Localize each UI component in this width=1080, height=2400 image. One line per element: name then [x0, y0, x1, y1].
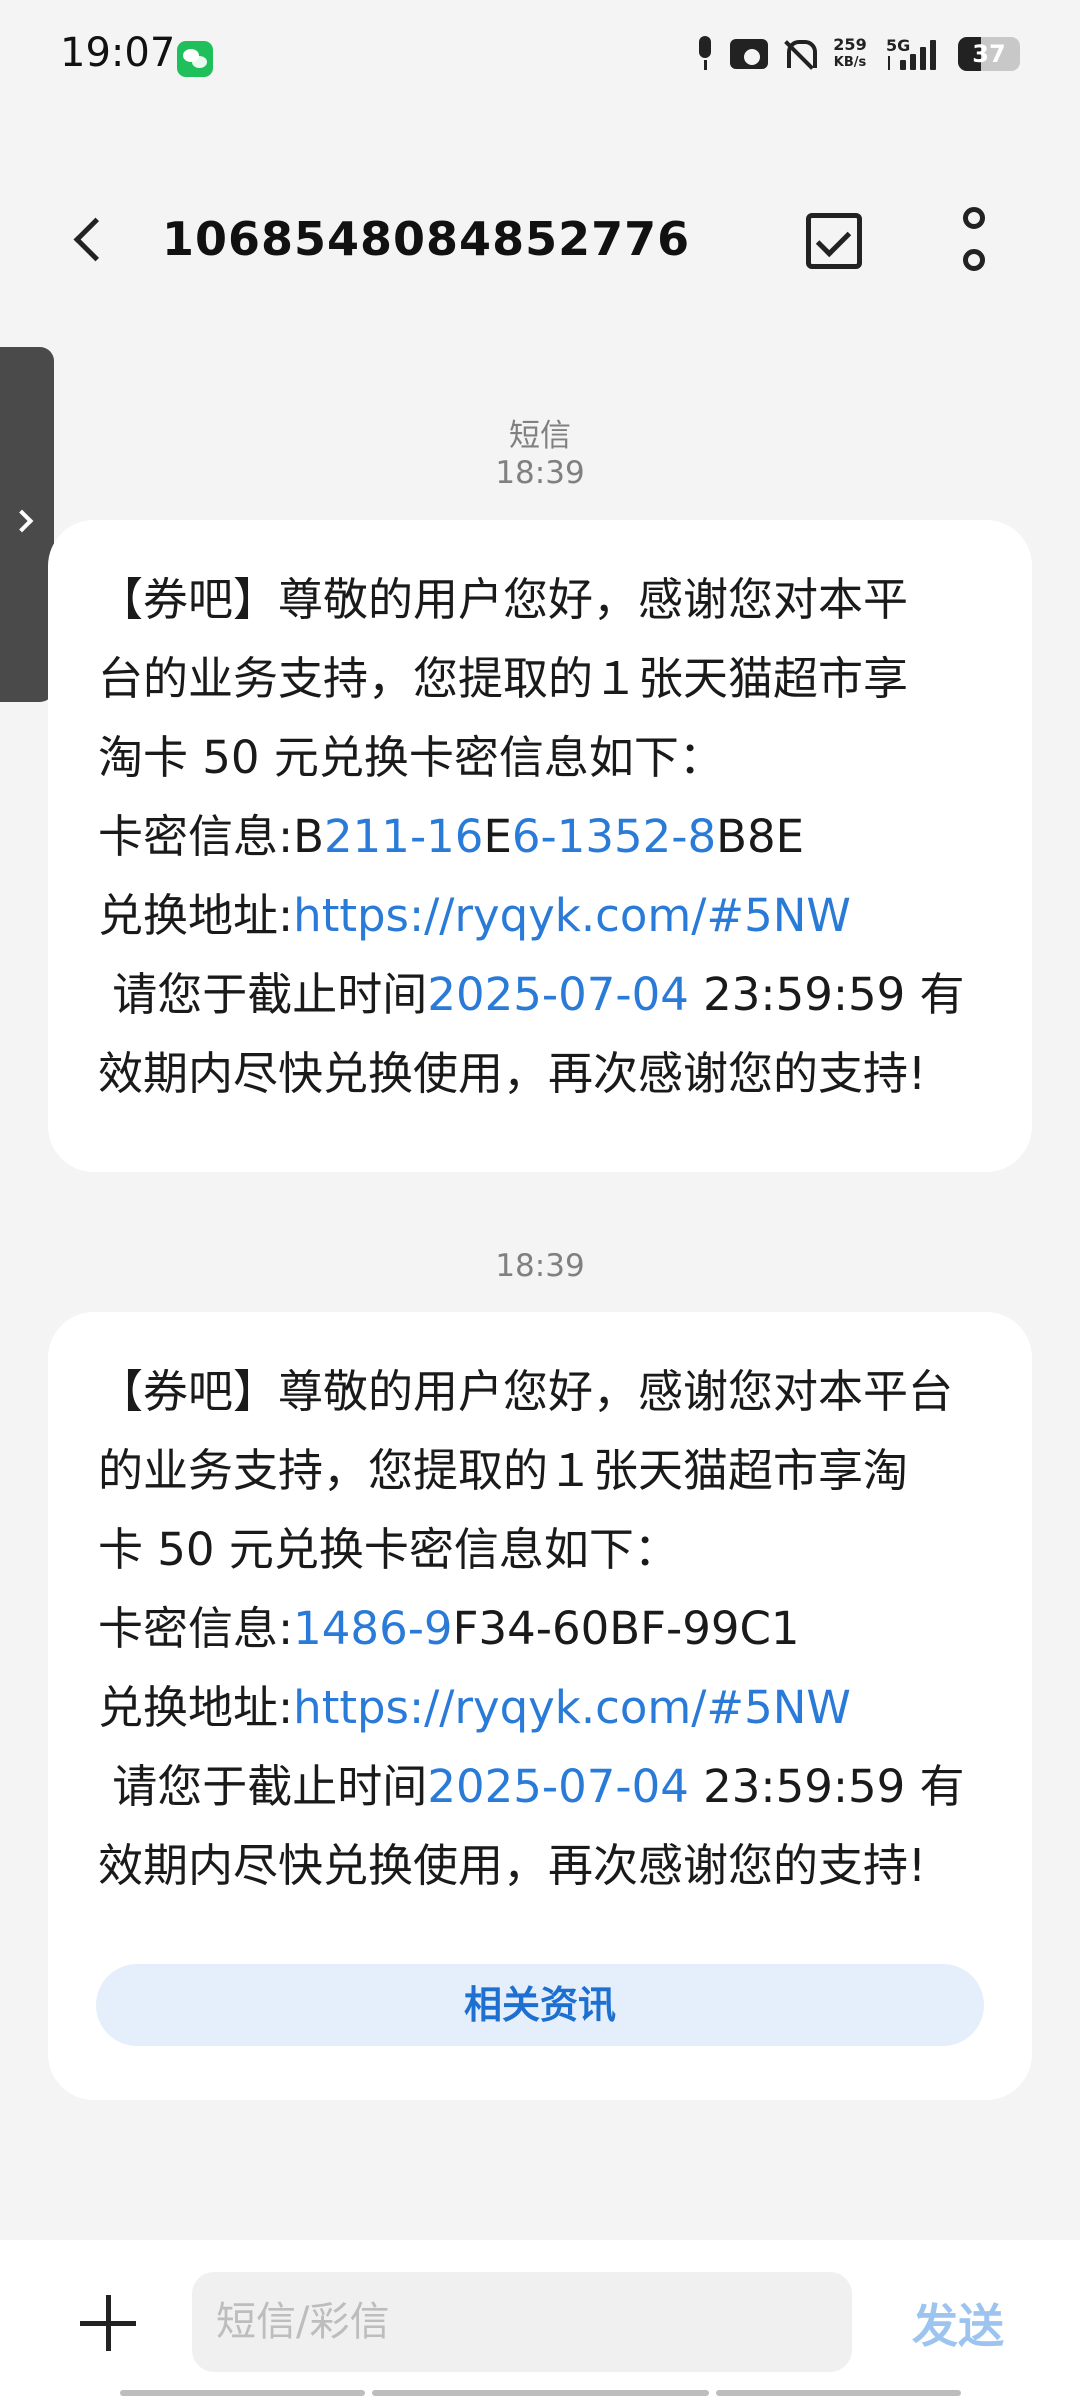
related-info-button[interactable]: 相关资讯 — [96, 1964, 984, 2046]
camera-icon — [730, 39, 768, 69]
message-text-line: 台的业务支持，您提取的１张天猫超市享 — [98, 652, 909, 705]
card-code-line: 卡密信息:1486-9F34-60BF-99C1 — [98, 1589, 982, 1668]
message-text-line: 【券吧】尊敬的用户您好，感谢您对本平 — [98, 573, 909, 626]
sender-number: 1068548084852776 — [162, 212, 691, 266]
network-type: 5G — [886, 36, 911, 55]
message-text-line: 的业务支持，您提取的１张天猫超市享淘 — [98, 1444, 909, 1497]
channel-label: 短信 — [509, 418, 571, 454]
message-bubble[interactable]: 【券吧】尊敬的用户您好，感谢您对本平 台的业务支持，您提取的１张天猫超市享 淘卡… — [48, 520, 1032, 1172]
side-drawer-handle[interactable] — [0, 347, 54, 702]
card-code-number-link[interactable]: 211-16 — [324, 810, 483, 863]
status-bar: 19:07 259 KB/s 5G 37 — [0, 0, 1080, 118]
network-speed: 259 KB/s — [828, 36, 872, 72]
message-text-line: 淘卡 50 元兑换卡密信息如下： — [98, 731, 724, 784]
deadline-date-link[interactable]: 2025-07-04 — [427, 1760, 689, 1813]
deadline-time: 23:59:59 有 — [688, 1760, 965, 1813]
compose-bar: 发送 — [0, 2240, 1080, 2400]
card-code-part: B8E — [716, 810, 805, 863]
card-code-number-link[interactable]: 1486-9 — [293, 1602, 452, 1655]
message-text-line: 效期内尽快兑换使用，再次感谢您的支持! — [98, 1047, 927, 1100]
battery-level: 37 — [972, 40, 1006, 68]
deadline-line: 请您于截止时间2025-07-04 23:59:59 有 — [98, 1747, 982, 1826]
deadline-time: 23:59:59 有 — [688, 968, 965, 1021]
more-options-icon[interactable] — [955, 207, 995, 277]
deadline-prefix: 请您于截止时间 — [98, 1760, 428, 1813]
signal-icon: 5G — [886, 36, 944, 72]
battery-icon: 37 — [958, 37, 1020, 71]
card-code-line: 卡密信息:B211-16E6-1352-8B8E — [98, 797, 982, 876]
conversation-header: 1068548084852776 — [0, 180, 1080, 300]
redeem-address-label: 兑换地址: — [98, 889, 294, 942]
mic-icon — [694, 36, 716, 72]
redeem-address-line: 兑换地址:https://ryqyk.com/#5NW — [98, 876, 982, 955]
redeem-url-link[interactable]: https://ryqyk.com/#5NW — [293, 889, 851, 942]
redeem-address-line: 兑换地址:https://ryqyk.com/#5NW — [98, 1668, 982, 1747]
status-time: 19:07 — [60, 30, 176, 76]
nav-indicator — [372, 2390, 709, 2396]
network-speed-unit: KB/s — [833, 55, 867, 70]
network-speed-value: 259 — [833, 35, 867, 54]
deadline-prefix: 请您于截止时间 — [98, 968, 428, 1021]
card-code-part: F34-60BF-99C1 — [452, 1602, 800, 1655]
card-code-part: B — [293, 810, 325, 863]
status-icons: 259 KB/s 5G 37 — [694, 30, 1020, 78]
card-code-label: 卡密信息: — [98, 810, 294, 863]
deadline-line: 请您于截止时间2025-07-04 23:59:59 有 — [98, 955, 982, 1034]
deadline-date-link[interactable]: 2025-07-04 — [427, 968, 689, 1021]
redeem-address-label: 兑换地址: — [98, 1681, 294, 1734]
nav-indicator — [120, 2390, 365, 2396]
message-text-line: 【券吧】尊敬的用户您好，感谢您对本平台 — [98, 1365, 954, 1418]
sms-conversation-screen: 19:07 259 KB/s 5G 37 1068548084852776 短信… — [0, 0, 1080, 2400]
message-text-line: 卡 50 元兑换卡密信息如下： — [98, 1523, 679, 1576]
wechat-icon — [177, 41, 213, 77]
chevron-right-icon — [10, 509, 34, 533]
multi-select-icon[interactable] — [806, 213, 862, 269]
message-timestamp: 18:39 — [495, 455, 585, 491]
back-icon[interactable] — [62, 210, 122, 270]
card-code-part: E — [483, 810, 512, 863]
redeem-url-link[interactable]: https://ryqyk.com/#5NW — [293, 1681, 851, 1734]
message-timestamp: 18:39 — [495, 1248, 585, 1284]
card-code-number-link[interactable]: 6-1352-8 — [512, 810, 716, 863]
card-code-label: 卡密信息: — [98, 1602, 294, 1655]
message-bubble[interactable]: 【券吧】尊敬的用户您好，感谢您对本平台 的业务支持，您提取的１张天猫超市享淘 卡… — [48, 1312, 1032, 2100]
message-input[interactable] — [192, 2272, 852, 2372]
add-attachment-icon[interactable] — [80, 2295, 136, 2351]
send-button[interactable]: 发送 — [912, 2290, 1004, 2356]
nav-indicator — [716, 2390, 961, 2396]
mute-icon — [782, 37, 817, 71]
message-text-line: 效期内尽快兑换使用，再次感谢您的支持! — [98, 1839, 927, 1892]
